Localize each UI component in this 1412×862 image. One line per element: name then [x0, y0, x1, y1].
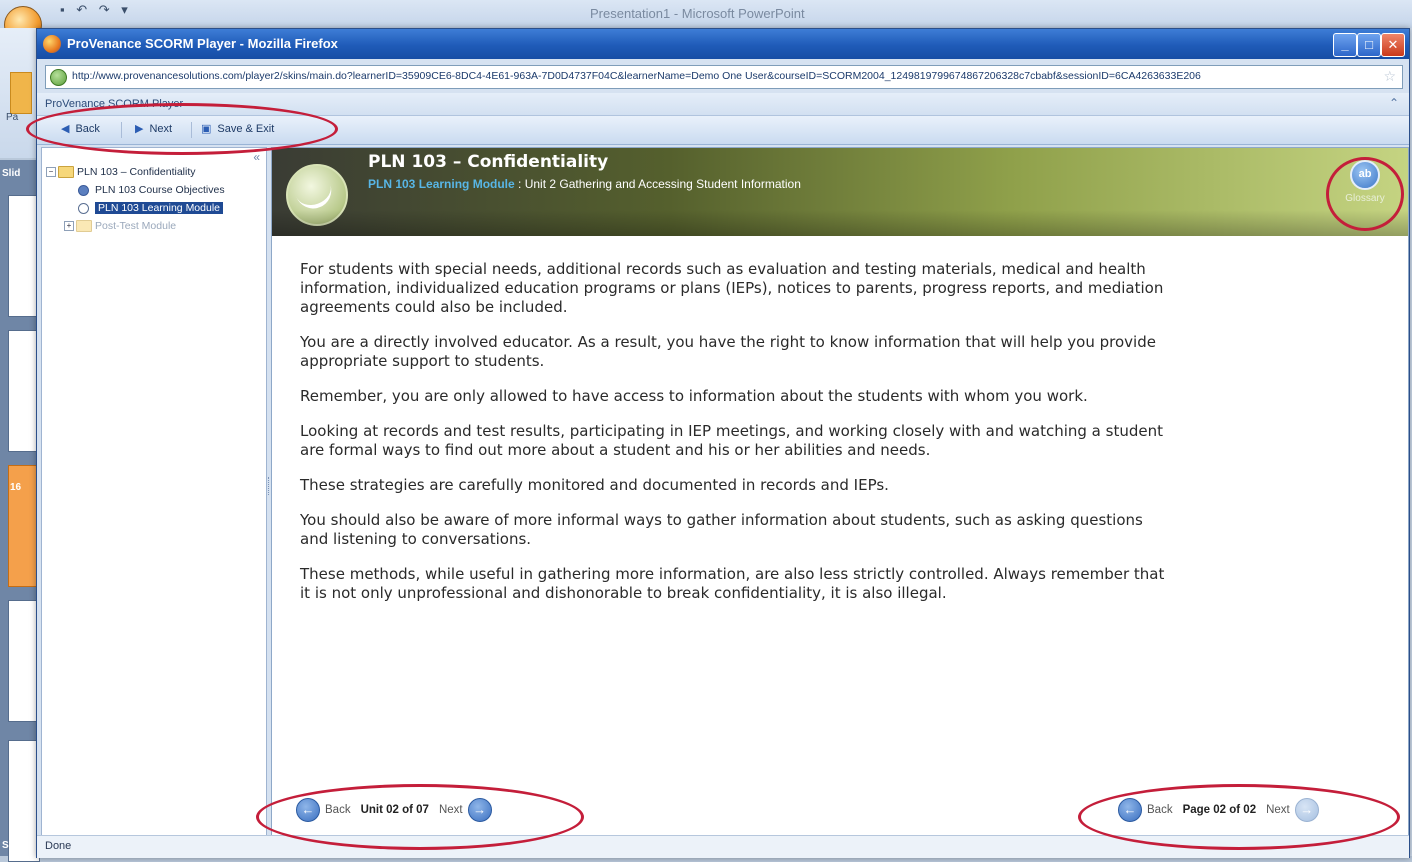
- player-toolbar: ◀ Back ▶ Next ▣ Save & Exit: [37, 116, 1409, 145]
- glossary-button[interactable]: ab Glossary: [1340, 160, 1390, 216]
- save-exit-label: Save & Exit: [217, 123, 275, 135]
- paragraph: These methods, while useful in gathering…: [300, 565, 1165, 602]
- url-bar[interactable]: http://www.provenancesolutions.com/playe…: [45, 65, 1403, 89]
- back-arrow-icon: ◀: [61, 123, 70, 135]
- incomplete-status-icon: [78, 202, 89, 214]
- unit-back-label[interactable]: Back: [325, 804, 351, 816]
- slide-number: 16: [10, 482, 22, 493]
- paste-icon[interactable]: [10, 72, 32, 114]
- firefox-window: ProVenance SCORM Player - Mozilla Firefo…: [36, 28, 1410, 858]
- course-tree: « − PLN 103 – Confidentiality PLN 103 Cou…: [41, 147, 267, 837]
- paragraph: These strategies are carefully monitored…: [300, 476, 889, 494]
- minimize-icon[interactable]: _: [1333, 33, 1357, 57]
- module-breadcrumb: PLN 103 Learning Module : Unit 2 Gatheri…: [368, 177, 801, 191]
- glossary-label: Glossary: [1345, 193, 1385, 204]
- collapse-sidebar-icon[interactable]: «: [253, 150, 260, 164]
- status-bar: Done: [37, 835, 1409, 858]
- folder-open-icon: [58, 166, 74, 179]
- powerpoint-titlebar: ▪ ↶ ↷ ▾ Presentation1 - Microsoft PowerP…: [0, 0, 1412, 28]
- url-text[interactable]: http://www.provenancesolutions.com/playe…: [72, 70, 1372, 82]
- back-button[interactable]: ◀ Back: [61, 122, 100, 135]
- tree-item-label: PLN 103 – Confidentiality: [77, 166, 196, 178]
- sidebar-header: «: [42, 148, 266, 164]
- site-identity-icon[interactable]: [50, 69, 67, 86]
- maximize-icon[interactable]: □: [1357, 33, 1381, 57]
- tree-item-label: PLN 103 Course Objectives: [95, 184, 225, 196]
- module-name: PLN 103 Learning Module: [368, 177, 515, 191]
- page-next-label[interactable]: Next: [1266, 804, 1290, 816]
- tree-item-label-selected: PLN 103 Learning Module: [95, 202, 224, 214]
- tree-item-course[interactable]: − PLN 103 – Confidentiality: [46, 166, 196, 179]
- page-pager: ← Back Page 02 of 02 Next →: [1118, 798, 1319, 824]
- content-pane: PLN 103 – Confidentiality PLN 103 Learni…: [271, 147, 1409, 837]
- powerpoint-title: Presentation1 - Microsoft PowerPoint: [590, 6, 805, 21]
- course-title: PLN 103 – Confidentiality: [368, 152, 609, 172]
- status-text: Done: [45, 840, 72, 852]
- page-next-icon[interactable]: →: [1294, 798, 1319, 822]
- page-back-label[interactable]: Back: [1147, 804, 1173, 816]
- tree-item-learning-module[interactable]: PLN 103 Learning Module: [78, 202, 224, 214]
- slide-number: 15: [10, 342, 22, 353]
- player-header: ProVenance SCORM Player ⌃: [37, 93, 1409, 116]
- unit-next-label[interactable]: Next: [439, 804, 463, 816]
- collapse-up-icon[interactable]: ⌃: [1389, 96, 1399, 110]
- slides-tab[interactable]: Slid: [2, 168, 20, 179]
- slide-panel: Slid 14 15 16 17 18 Slid: [0, 160, 40, 862]
- next-button[interactable]: ▶ Next: [135, 122, 172, 135]
- scorm-player: ProVenance SCORM Player ⌃ ◀ Back ▶ Next ▣ S…: [37, 93, 1409, 858]
- powerpoint-ribbon: Pa: [0, 28, 40, 158]
- page-back-icon[interactable]: ←: [1118, 798, 1142, 822]
- unit-back-icon[interactable]: ←: [296, 798, 320, 822]
- quick-access-toolbar[interactable]: ▪ ↶ ↷ ▾: [60, 2, 132, 18]
- provenance-logo: [286, 164, 348, 226]
- unit-pager: ← Back Unit 02 of 07 Next →: [296, 798, 492, 824]
- tree-item-course-objectives[interactable]: PLN 103 Course Objectives: [78, 184, 225, 196]
- page-indicator: Page 02 of 02: [1182, 804, 1257, 816]
- save-exit-button[interactable]: ▣ Save & Exit: [201, 122, 274, 135]
- slides-tab-bottom[interactable]: Slid: [2, 840, 20, 851]
- window-title: ProVenance SCORM Player - Mozilla Firefo…: [67, 36, 338, 51]
- bookmark-star-icon[interactable]: ☆: [1383, 68, 1396, 85]
- slide-number: 14: [10, 200, 22, 211]
- close-icon[interactable]: ✕: [1381, 33, 1405, 57]
- firefox-titlebar: ProVenance SCORM Player - Mozilla Firefo…: [37, 29, 1409, 59]
- lesson-text: For students with special needs, additio…: [300, 260, 1170, 619]
- bottom-navigation: ← Back Unit 02 of 07 Next → ← Back Page 02 of …: [272, 788, 1408, 834]
- paragraph: For students with special needs, additio…: [300, 260, 1164, 316]
- firefox-icon: [43, 35, 61, 53]
- glossary-icon: ab: [1350, 160, 1380, 190]
- tree-collapse-icon[interactable]: −: [46, 167, 56, 178]
- course-banner: PLN 103 – Confidentiality PLN 103 Learni…: [272, 148, 1408, 236]
- completed-status-icon: [78, 184, 89, 196]
- folder-icon: [76, 220, 92, 233]
- unit-indicator: Unit 02 of 07: [360, 804, 429, 816]
- player-name: ProVenance SCORM Player: [45, 98, 184, 110]
- unit-next-icon[interactable]: →: [467, 798, 492, 822]
- paragraph: You are a directly involved educator. As…: [300, 333, 1156, 370]
- back-label: Back: [75, 123, 100, 135]
- toolbar-divider: [121, 122, 122, 138]
- unit-title: : Unit 2 Gathering and Accessing Student…: [514, 177, 801, 191]
- paragraph: You should also be aware of more informa…: [300, 511, 1143, 548]
- tree-item-label: Post-Test Module: [95, 220, 177, 232]
- tree-expand-icon[interactable]: +: [64, 221, 74, 232]
- next-label: Next: [149, 123, 173, 135]
- paragraph: Looking at records and test results, par…: [300, 422, 1163, 459]
- paragraph: Remember, you are only allowed to have a…: [300, 387, 1088, 405]
- paste-label: Pa: [6, 112, 19, 123]
- tree-item-post-test[interactable]: + Post-Test Module: [64, 220, 177, 233]
- save-icon: ▣: [201, 123, 212, 135]
- toolbar-divider: [191, 122, 192, 138]
- next-arrow-icon: ▶: [135, 123, 144, 135]
- slide-number: 18: [10, 764, 22, 775]
- slide-number: 17: [10, 622, 22, 633]
